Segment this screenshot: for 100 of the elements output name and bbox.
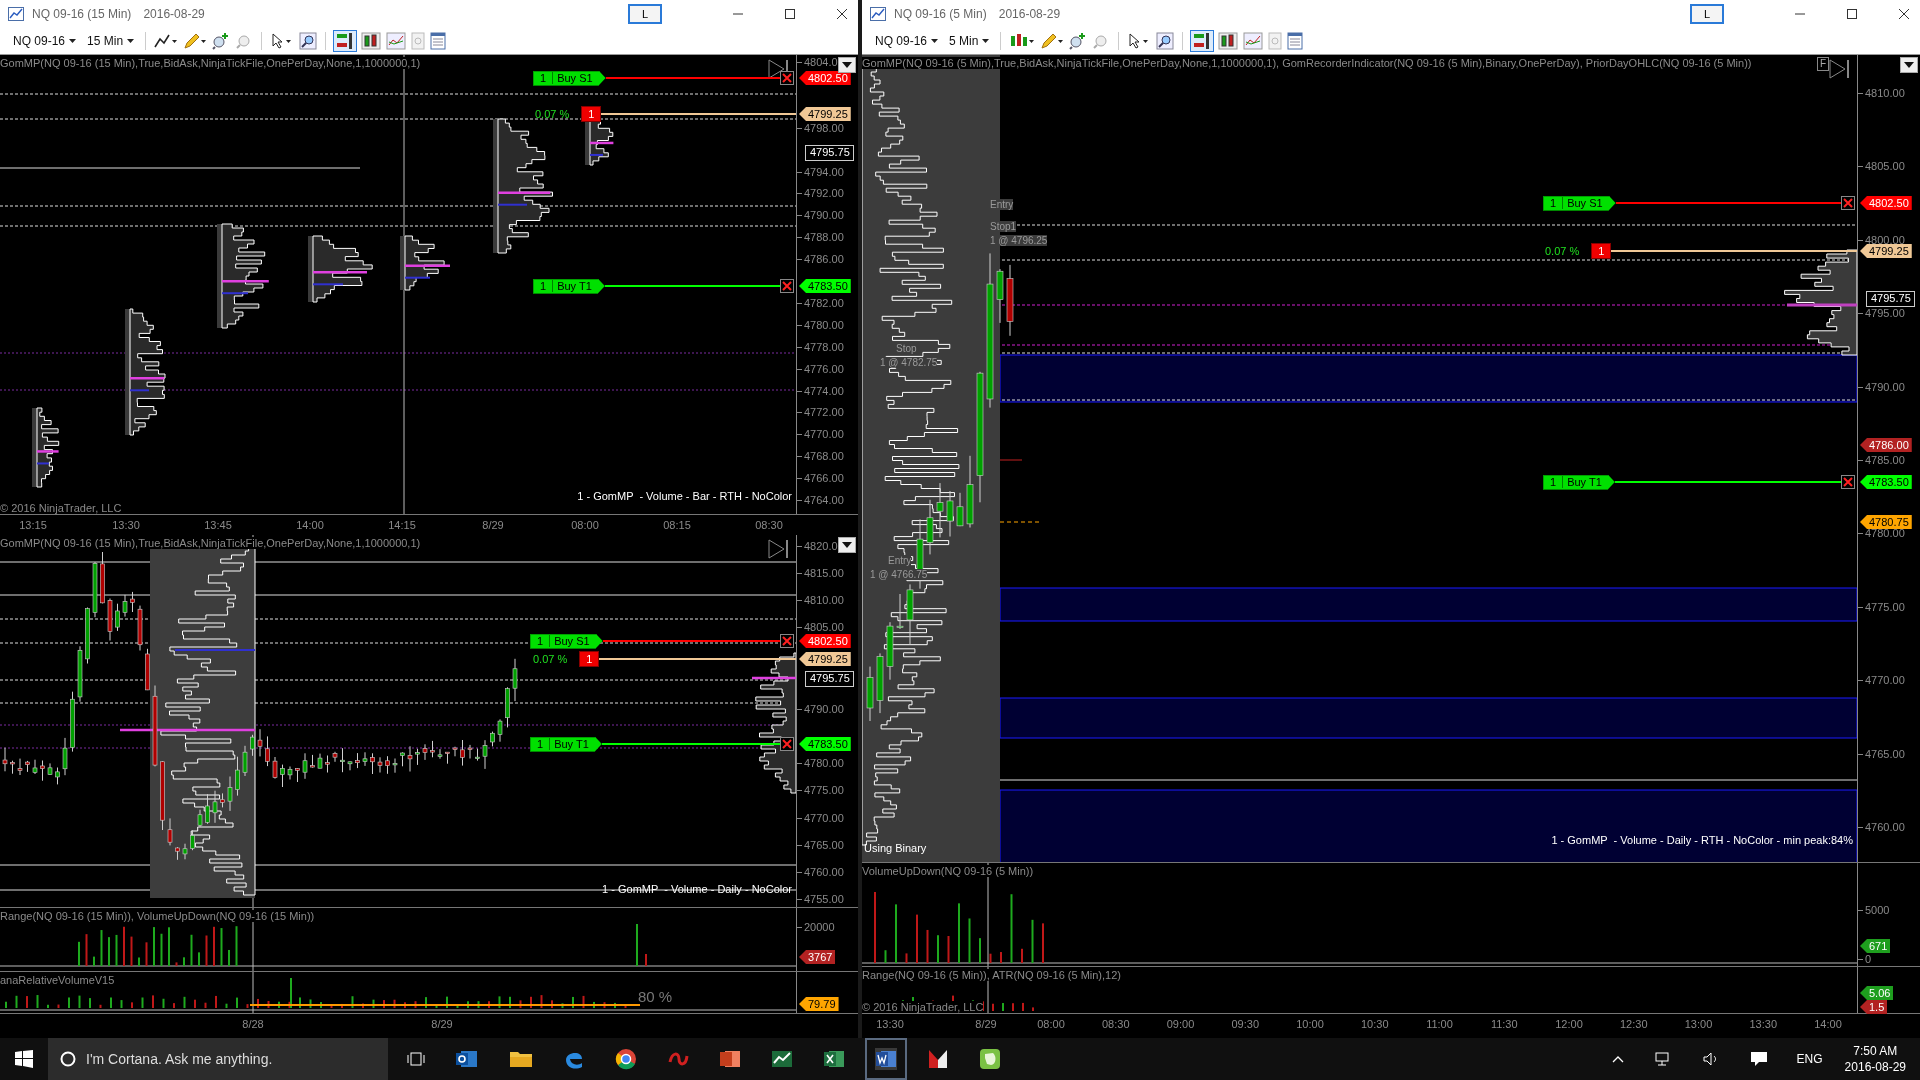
price-tick-label: 4760.00 <box>1858 820 1905 834</box>
order-label[interactable]: 1 Buy T1 <box>530 736 602 752</box>
order-label[interactable]: 1 Buy S1 <box>533 70 606 86</box>
time-tick-label: 8/29 <box>430 1018 454 1030</box>
time-tick-label: 10:00 <box>1295 1018 1325 1030</box>
profile-caption: 1 - GomMP - Volume - Daily - NoColor <box>602 883 792 895</box>
price-tag: 4795.75 <box>1866 291 1915 307</box>
price-tick-label: 4810.00 <box>1858 86 1905 100</box>
time-tick-label: 08:30 <box>754 519 784 531</box>
price-tick-label: 4775.00 <box>797 783 844 798</box>
price-tick-label: 4790.00 <box>1858 379 1905 394</box>
order-label[interactable]: 1 Buy T1 <box>1543 474 1615 490</box>
price-tag: 4802.50 <box>799 634 851 648</box>
price-tick-label: 4765.00 <box>797 837 844 852</box>
price-tag: 3767 <box>799 950 836 964</box>
f-button[interactable]: F <box>1816 57 1829 71</box>
instrument-dropdown[interactable]: NQ 09-16 <box>872 32 942 50</box>
price-tick-label: 4795.00 <box>1858 306 1905 321</box>
time-tick-label: 13:30 <box>111 519 141 531</box>
instrument-dropdown[interactable]: NQ 09-16 <box>10 32 80 50</box>
indicator-label: VolumeUpDown(NQ 09-16 (5 Min)) <box>862 865 1034 877</box>
price-tick-label: 4776.00 <box>797 361 844 376</box>
time-tick-label: 12:30 <box>1619 1018 1649 1030</box>
interval-dropdown[interactable]: 15 Min <box>84 32 138 50</box>
trade-label: 1 @ 4782.75 <box>880 357 938 368</box>
price-tick-label: 4766.00 <box>797 471 844 486</box>
time-tick-label: 08:00 <box>570 519 600 531</box>
time-tick-label: 14:00 <box>1813 1018 1843 1030</box>
price-tag: 4802.50 <box>1860 196 1912 210</box>
position-percent: 0.07 % <box>533 653 568 665</box>
price-tick-label: 4770.00 <box>797 810 844 825</box>
time-tick-label: 13:00 <box>1683 1018 1714 1030</box>
interval-dropdown[interactable]: 5 Min <box>946 32 993 50</box>
indicator-label: GomMP(NQ 09-16 (5 Min),True,BidAsk,NinjaTickFile,OnePerDay,None,1,1000000,1), GomRecorderIndicator(NQ 09-16 (5 Min),Binary,OnePerDay), PriorDayOHLC(NQ 09-16 (5 Min)) <box>862 57 1752 69</box>
trade-label: 1 @ 4796.25 <box>990 235 1048 246</box>
price-tag: 4802.50 <box>799 71 851 85</box>
price-tag: 4780.75 <box>1860 515 1912 529</box>
link-button[interactable]: L <box>1690 4 1724 24</box>
price-tick-label: 4780.00 <box>1858 526 1905 541</box>
price-tick-label: 4788.00 <box>797 230 844 245</box>
price-tag: 4783.50 <box>799 279 851 293</box>
price-tick-label: 4805.00 <box>797 620 844 635</box>
price-tag: 4799.25 <box>799 107 851 121</box>
time-tick-label: 13:45 <box>203 519 233 531</box>
time-tick-label: 10:30 <box>1360 1018 1390 1030</box>
indicator-label: GomMP(NQ 09-16 (15 Min),True,BidAsk,NinjaTickFile,OnePerDay,None,1,1000000,1) <box>0 57 421 69</box>
indicator-label: Range(NQ 09-16 (15 Min)), VolumeUpDown(NQ 09-16 (15 Min)) <box>0 910 315 922</box>
percent-reading: 80 % <box>638 988 673 1005</box>
price-tag: 4783.50 <box>1860 475 1912 489</box>
order-label[interactable]: 1 Buy S1 <box>530 633 603 649</box>
price-tick-label: 4792.00 <box>797 186 844 201</box>
time-tick-label: 11:30 <box>1489 1018 1519 1030</box>
copyright-text: © 2016 NinjaTrader, LLC <box>862 1001 984 1013</box>
price-tag: 4786.00 <box>1860 438 1912 452</box>
price-tick-label: 5000 <box>1858 903 1890 917</box>
indicator-label: GomMP(NQ 09-16 (15 Min),True,BidAsk,NinjaTickFile,OnePerDay,None,1,1000000,1) <box>0 537 421 549</box>
time-tick-label: 13:30 <box>1748 1018 1778 1030</box>
price-tick-label: 4804.0 <box>797 55 838 69</box>
price-tick-label: 4772.00 <box>797 405 844 420</box>
profile-caption: 1 - GomMP - Volume - Daily - RTH - NoColor - min peak:84% <box>1551 834 1853 846</box>
language-indicator[interactable]: ENG <box>1796 1052 1823 1066</box>
price-tick-label: 4785.00 <box>1858 453 1905 467</box>
trade-label: Stop <box>896 343 917 354</box>
order-label[interactable]: 1 Buy S1 <box>1543 195 1616 211</box>
price-tick-label: 4805.00 <box>1858 159 1905 174</box>
position-quantity[interactable]: 1 <box>1591 243 1612 259</box>
price-tag: 4799.25 <box>799 652 851 666</box>
time-tick-label: 08:15 <box>662 519 692 531</box>
link-button[interactable]: L <box>628 4 662 24</box>
order-label[interactable]: 1 Buy T1 <box>533 278 605 294</box>
trade-label: 1 @ 4766.75 <box>870 569 928 580</box>
price-tick-label: 4774.00 <box>797 383 844 398</box>
time-tick-label: 14:00 <box>295 519 325 531</box>
time-tick-label: 14:15 <box>387 519 417 531</box>
price-tick-label: 4768.00 <box>797 449 844 464</box>
time-tick-label: 11:00 <box>1425 1018 1454 1030</box>
time-tick-label: 8/28 <box>241 1018 265 1030</box>
price-tick-label: 4770.00 <box>797 427 844 442</box>
window-title: NQ 09-16 (15 Min) <box>32 7 132 21</box>
window-title: NQ 09-16 (5 Min) <box>894 7 987 21</box>
price-tag: 4783.50 <box>799 737 851 751</box>
price-tick-label: 4755.00 <box>797 891 844 906</box>
price-tag: 671 <box>1860 939 1891 953</box>
price-tick-label: 4810.00 <box>797 593 844 608</box>
time-tick-label: 08:30 <box>1101 1018 1131 1030</box>
copyright-text: © 2016 NinjaTrader, LLC <box>0 502 122 514</box>
time-tick-label: 09:30 <box>1230 1018 1260 1030</box>
position-quantity[interactable]: 1 <box>581 106 602 122</box>
clock[interactable]: 7:50 AM 2016-08-29 <box>1844 1043 1906 1075</box>
price-tick-label: 4794.00 <box>797 164 844 179</box>
price-tick-label: 4780.00 <box>797 756 844 771</box>
price-tick-label: 4798.00 <box>797 120 844 135</box>
price-tag: 4795.75 <box>805 671 854 687</box>
position-quantity[interactable]: 1 <box>579 651 600 667</box>
price-tick-label: 4770.00 <box>1858 673 1905 688</box>
price-tag: 5.06 <box>1860 986 1894 1000</box>
price-tag: 79.79 <box>799 997 839 1011</box>
price-tick-label: 4775.00 <box>1858 599 1905 614</box>
time-tick-label: 8/29 <box>974 1018 998 1030</box>
price-tag: 1.5 <box>1860 1000 1888 1014</box>
